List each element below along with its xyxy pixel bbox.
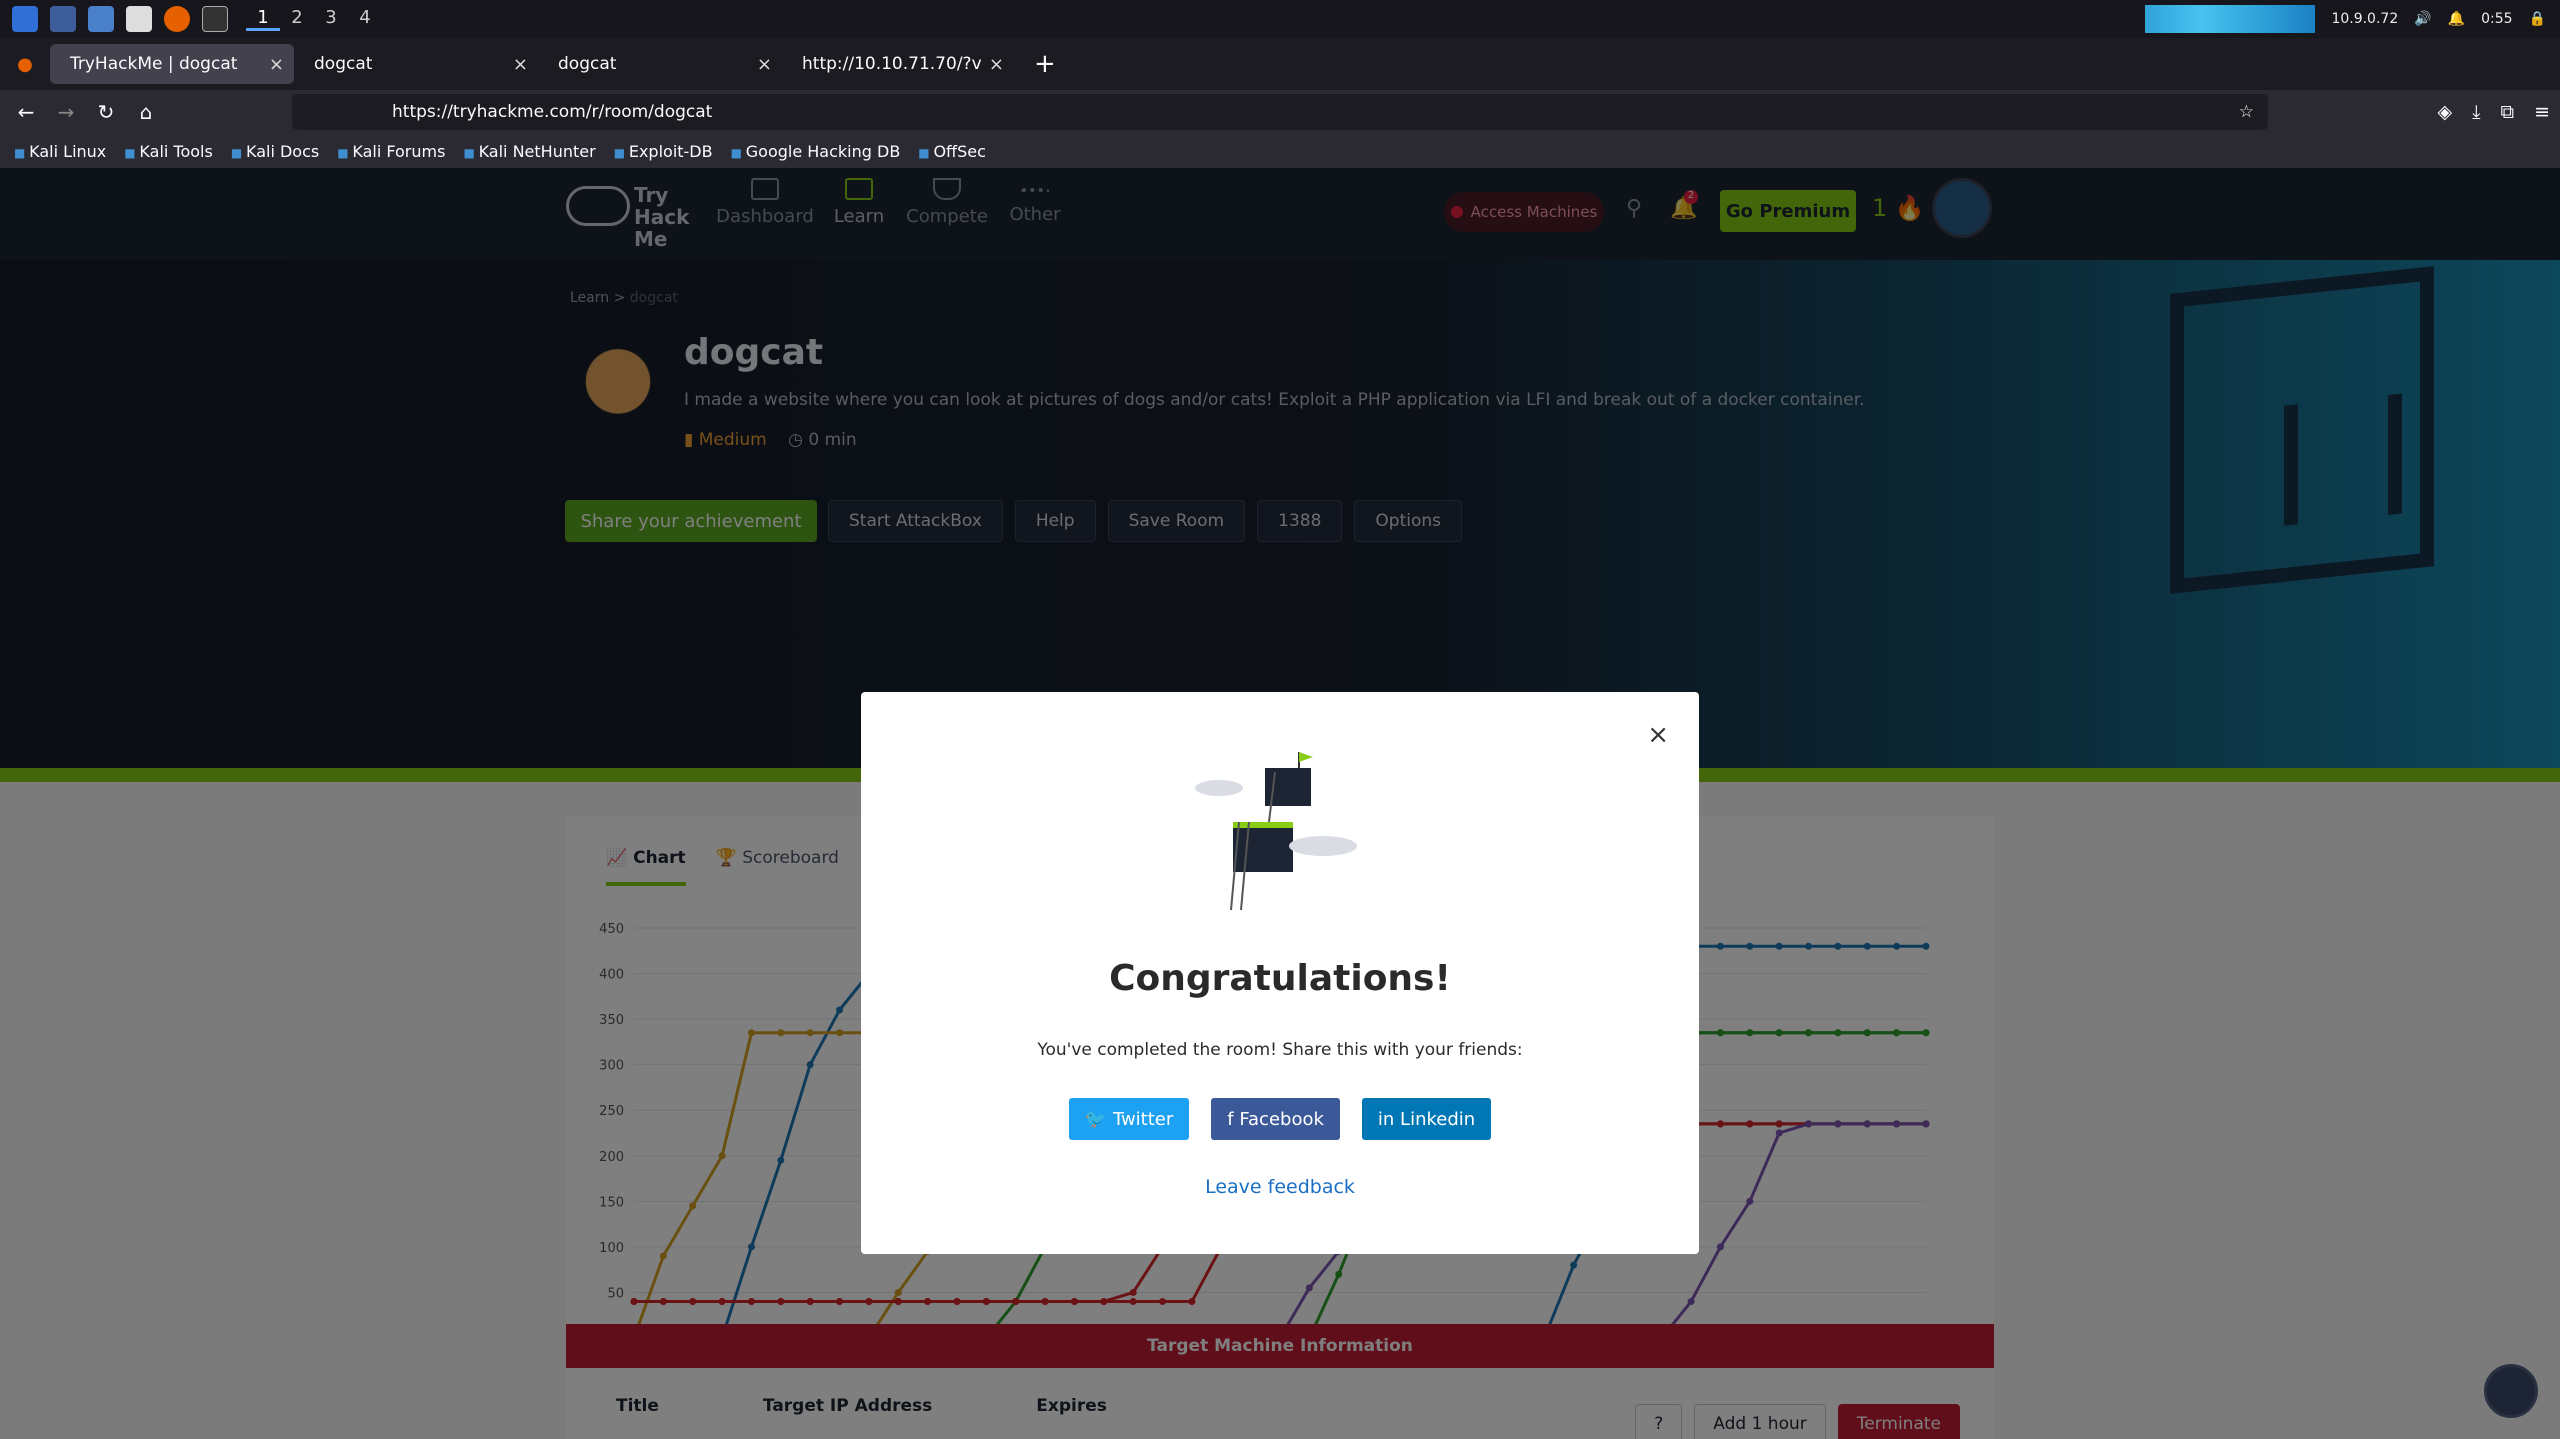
workspace-2[interactable]: 2 xyxy=(280,7,314,31)
tab-target-site[interactable]: http://10.10.71.70/?view= × xyxy=(782,44,1014,84)
workspace-switcher: 1 2 3 4 xyxy=(246,7,382,31)
bookmark-kali-linux[interactable]: Kali Linux xyxy=(14,142,106,161)
forward-button[interactable]: → xyxy=(46,100,86,124)
menu-icon[interactable]: ≡ xyxy=(2534,101,2550,123)
facebook-label: Facebook xyxy=(1239,1108,1324,1130)
facebook-share-button[interactable]: f Facebook xyxy=(1211,1098,1340,1140)
twitter-icon: 🐦 xyxy=(1084,1108,1113,1130)
bookmark-kali-forums[interactable]: Kali Forums xyxy=(337,142,445,161)
reload-button[interactable]: ↻ xyxy=(86,100,126,124)
url-bar[interactable]: https://tryhackme.com/r/room/dogcat ☆ xyxy=(292,94,2268,130)
lock-icon[interactable]: 🔒 xyxy=(2529,11,2546,27)
cpu-graph xyxy=(2145,5,2316,33)
downloads-icon[interactable]: ⤓ xyxy=(2472,101,2480,123)
tab-title: dogcat xyxy=(314,54,373,74)
bookmark-kali-tools[interactable]: Kali Tools xyxy=(124,142,212,161)
bookmark-star-icon[interactable]: ☆ xyxy=(2239,102,2254,122)
terminal-icon[interactable] xyxy=(202,6,228,32)
notification-icon[interactable]: 🔔 xyxy=(2448,11,2465,27)
share-buttons: 🐦 Twitter f Facebook in Linkedin xyxy=(861,1098,1699,1140)
chat-button[interactable] xyxy=(2484,1364,2538,1418)
bookmark-kali-nethunter[interactable]: Kali NetHunter xyxy=(463,142,596,161)
modal-subtitle: You've completed the room! Share this wi… xyxy=(1037,1040,1523,1060)
url-text: https://tryhackme.com/r/room/dogcat xyxy=(392,102,713,122)
tab-dogcat-2[interactable]: dogcat × xyxy=(538,44,782,84)
bookmark-kali-docs[interactable]: Kali Docs xyxy=(231,142,319,161)
congratulations-modal: × Congratulations! You've completed the … xyxy=(861,692,1699,1254)
firefox-icon[interactable] xyxy=(164,6,190,32)
clock: 0:55 xyxy=(2481,11,2513,27)
leave-feedback-link[interactable]: Leave feedback xyxy=(861,1176,1699,1198)
close-icon[interactable]: × xyxy=(1647,720,1669,750)
bookmark-exploit-db[interactable]: Exploit-DB xyxy=(614,142,713,161)
firefox-view-icon[interactable]: ● xyxy=(0,54,50,75)
volume-icon[interactable]: 🔊 xyxy=(2414,11,2431,27)
system-tray: 10.9.0.72 🔊 🔔 0:55 🔒 xyxy=(2145,0,2560,38)
tab-dogcat-1[interactable]: dogcat × xyxy=(294,44,538,84)
tab-title: TryHackMe | dogcat xyxy=(70,54,238,74)
twitter-label: Twitter xyxy=(1112,1108,1174,1130)
firefox-window: 1 2 3 4 10.9.0.72 🔊 🔔 0:55 🔒 ● TryHackMe… xyxy=(0,0,2560,1439)
facebook-icon: f xyxy=(1227,1108,1240,1130)
text-editor-icon[interactable] xyxy=(126,6,152,32)
new-tab-button[interactable]: + xyxy=(1034,49,1056,79)
toolbar-icons: ◈ ⤓ ⧉ ≡ xyxy=(2437,90,2550,134)
bookmarks-bar: Kali Linux Kali Tools Kali Docs Kali For… xyxy=(0,134,2560,168)
close-tab-icon[interactable]: × xyxy=(269,54,284,75)
workspace-4[interactable]: 4 xyxy=(348,7,382,31)
twitter-share-button[interactable]: 🐦 Twitter xyxy=(1068,1098,1190,1140)
kali-menu-icon[interactable] xyxy=(12,6,38,32)
tab-title: dogcat xyxy=(558,54,617,74)
workspace-3[interactable]: 3 xyxy=(314,7,348,31)
file-manager-icon[interactable] xyxy=(88,6,114,32)
bookmark-offsec[interactable]: OffSec xyxy=(918,142,985,161)
extensions-icon[interactable]: ⧉ xyxy=(2501,101,2515,123)
close-tab-icon[interactable]: × xyxy=(513,54,528,75)
bookmark-google-hacking-db[interactable]: Google Hacking DB xyxy=(731,142,901,161)
completion-illustration xyxy=(1195,752,1357,911)
tab-bar: ● TryHackMe | dogcat × dogcat × dogcat × ht… xyxy=(0,38,2560,90)
desktop-icon[interactable] xyxy=(50,6,76,32)
vpn-ip: 10.9.0.72 xyxy=(2331,11,2399,27)
linkedin-icon: in xyxy=(1377,1108,1401,1130)
linkedin-label: Linkedin xyxy=(1400,1108,1476,1130)
tab-title: http://10.10.71.70/?view= xyxy=(802,54,982,74)
linkedin-share-button[interactable]: in Linkedin xyxy=(1361,1098,1492,1140)
tab-tryhackme[interactable]: TryHackMe | dogcat × xyxy=(50,44,294,84)
back-button[interactable]: ← xyxy=(6,100,46,124)
modal-title: Congratulations! xyxy=(1109,958,1451,999)
tryhackme-page: Try Hack Me Dashboard Learn Compete Othe… xyxy=(0,168,2560,1439)
close-tab-icon[interactable]: × xyxy=(757,54,772,75)
workspace-1[interactable]: 1 xyxy=(246,7,280,31)
pocket-icon[interactable]: ◈ xyxy=(2437,101,2452,123)
close-tab-icon[interactable]: × xyxy=(989,54,1004,75)
home-button[interactable]: ⌂ xyxy=(126,100,166,124)
system-taskbar: 1 2 3 4 10.9.0.72 🔊 🔔 0:55 🔒 xyxy=(0,0,2560,38)
navigation-bar: ← → ↻ ⌂ https://tryhackme.com/r/room/dog… xyxy=(0,90,2560,134)
